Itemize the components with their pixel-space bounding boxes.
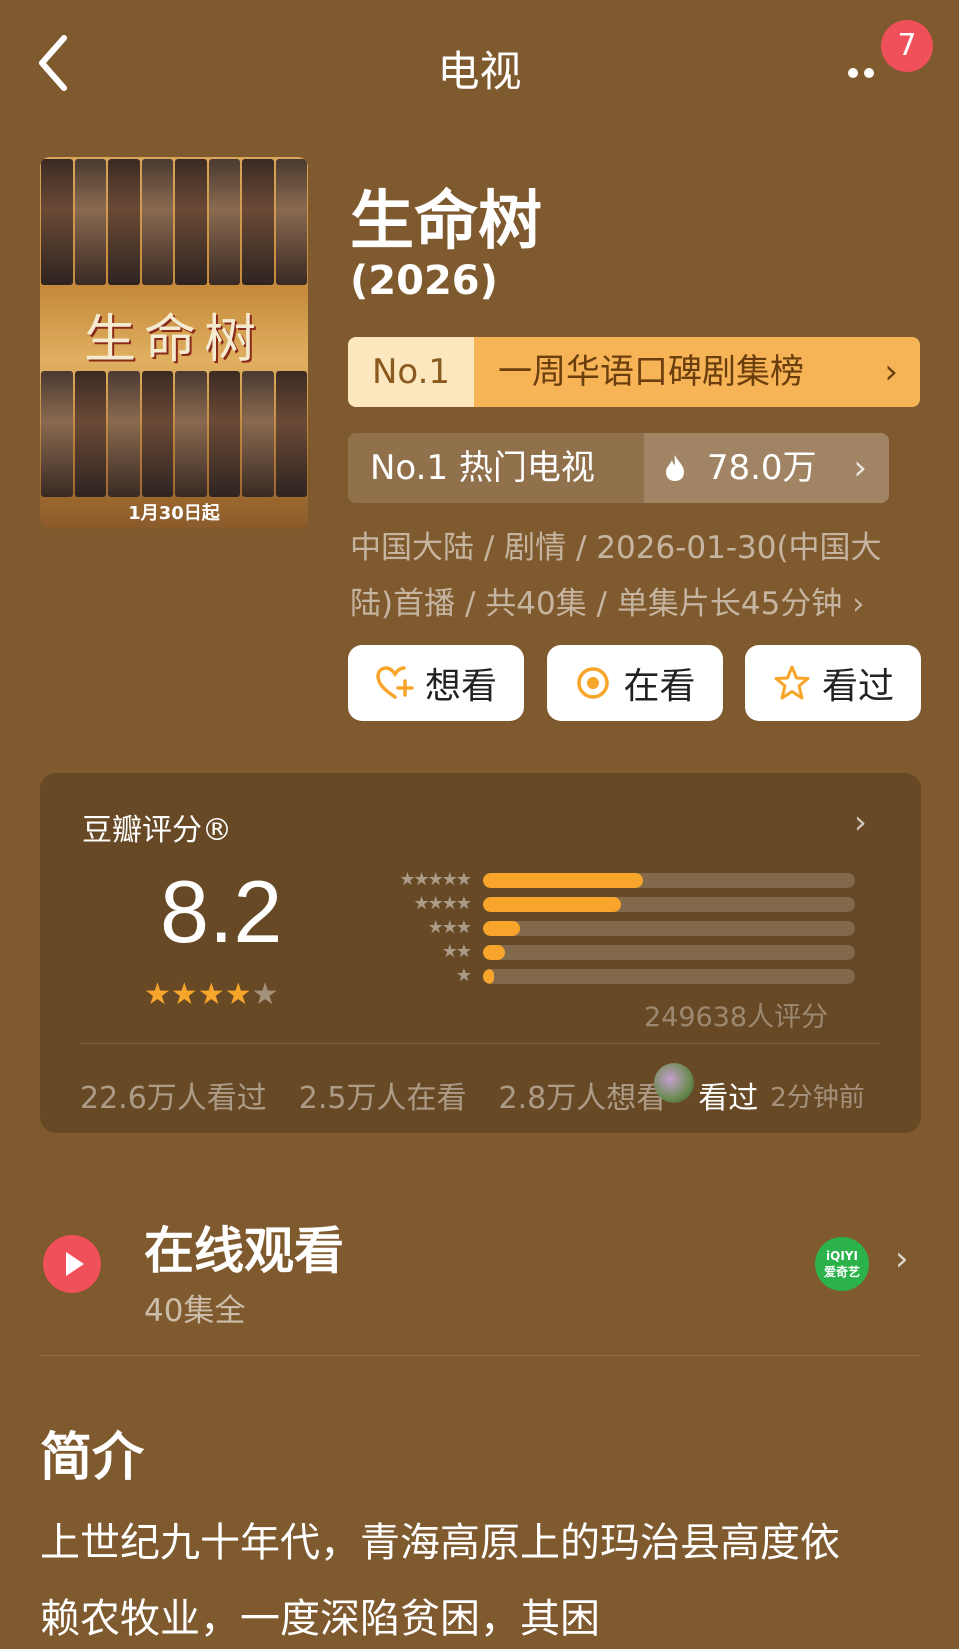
divider: [80, 1043, 880, 1044]
star-filled-icon: ★: [224, 977, 252, 1012]
avatar: [654, 1063, 694, 1103]
distribution-stars-label: ★★: [441, 941, 472, 962]
distribution-stars-label: ★★★★★: [399, 869, 472, 890]
distribution-stars-label: ★: [455, 965, 472, 986]
latest-activity-action: 看过: [698, 1081, 759, 1116]
distribution-bar-fill: [483, 873, 643, 888]
top-bar: 电视 7: [0, 0, 959, 130]
chevron-right-icon: ›: [895, 1239, 909, 1279]
more-dots-icon: [848, 62, 880, 83]
distribution-bar-fill: [483, 945, 506, 960]
watched-label: 看过: [821, 666, 894, 707]
distribution-stars-label: ★★★: [427, 917, 472, 938]
show-year: (2026): [350, 258, 498, 304]
poster-cast-row-top: [40, 157, 308, 287]
page-title: 电视: [437, 47, 522, 96]
douban-rating-card[interactable]: 豆瓣评分® › 8.2 ★★★★★ ★★★★★ ★★★★ ★★★ ★★ ★ 249638…: [40, 773, 921, 1133]
chevron-right-icon: ›: [854, 803, 867, 841]
poster-title-art: 生命树: [83, 310, 264, 370]
show-poster[interactable]: 生命树 1月30日起: [40, 157, 308, 529]
rating-distribution-row: ★★: [330, 941, 855, 965]
rating-score: 8.2: [160, 862, 283, 961]
latest-activity-time: 2分钟前: [770, 1083, 865, 1113]
notification-badge[interactable]: 7: [881, 20, 933, 72]
rating-title: 豆瓣评分®: [82, 813, 232, 848]
distribution-stars-label: ★★★★: [413, 893, 472, 914]
poster-date: 1月30日起: [128, 503, 220, 524]
watching-button[interactable]: 在看: [546, 645, 723, 721]
distribution-bar-fill: [483, 921, 521, 936]
rating-distribution: ★★★★★ ★★★★ ★★★ ★★ ★: [330, 869, 855, 989]
divider: [40, 1355, 921, 1356]
hot-tv-banner[interactable]: No.1 热门电视 78.0万 ›: [348, 433, 889, 503]
intro-text[interactable]: 上世纪九十年代，青海高原上的玛治县高度依赖农牧业，一度深陷贫困，其困: [40, 1505, 860, 1649]
distribution-bar-track: [483, 945, 855, 960]
online-watch-episodes: 40集全: [144, 1293, 246, 1329]
rank-number: No.1: [348, 337, 474, 407]
distribution-bar-fill: [483, 897, 621, 912]
flame-icon: [666, 455, 684, 481]
show-title: 生命树: [350, 185, 542, 259]
star-filled-icon: ★: [144, 977, 171, 1012]
online-watch-row[interactable]: 在线观看 40集全 iQIYI 爱奇艺 ›: [40, 1195, 921, 1329]
intro-heading: 简介: [40, 1428, 145, 1488]
distribution-bar-track: [483, 969, 855, 984]
ranking-banner[interactable]: No.1 一周华语口碑剧集榜 ›: [348, 337, 920, 407]
rating-stats: 22.6万人看过 2.5万人在看 2.8万人想看 看过 2分钟前: [80, 1073, 900, 1117]
rating-distribution-row: ★★★★: [330, 893, 855, 917]
rating-count: 249638人评分: [644, 1002, 829, 1033]
rating-stars: ★★★★★: [144, 977, 279, 1012]
star-filled-icon: ★: [197, 977, 225, 1012]
distribution-bar-track: [483, 897, 855, 912]
heart-plus-icon: [376, 666, 414, 699]
rank-list-label: 一周华语口碑剧集榜: [498, 352, 804, 392]
watching-label: 在看: [623, 666, 696, 707]
iqiyi-logo-icon: iQIYI 爱奇艺: [815, 1237, 869, 1291]
star-outline-icon: [774, 665, 810, 700]
watched-button[interactable]: 看过: [745, 645, 921, 721]
rating-distribution-row: ★★★: [330, 917, 855, 941]
hot-count: 78.0万 ›: [644, 433, 889, 503]
distribution-bar-track: [483, 921, 855, 936]
star-empty-icon: ★: [251, 977, 279, 1012]
poster-cast-row-bottom: [40, 369, 308, 499]
show-meta-info[interactable]: 中国大陆 / 剧情 / 2026-01-30(中国大陆)首播 / 共40集 / …: [350, 520, 910, 632]
watched-count: 22.6万人看过: [80, 1081, 267, 1116]
hot-rank-label: No.1 热门电视: [348, 433, 644, 503]
action-buttons: 想看 在看 看过: [348, 645, 921, 721]
distribution-bar-fill: [483, 969, 495, 984]
chevron-right-icon: ›: [853, 448, 867, 488]
distribution-bar-track: [483, 873, 855, 888]
chevron-right-icon: ›: [884, 352, 898, 392]
rank-list-name: 一周华语口碑剧集榜 ›: [474, 337, 920, 407]
target-icon: [577, 667, 610, 699]
star-filled-icon: ★: [170, 977, 198, 1012]
want-to-watch-button[interactable]: 想看: [348, 645, 524, 721]
rating-distribution-row: ★★★★★: [330, 869, 855, 893]
play-icon: [43, 1235, 101, 1293]
hot-count-value: 78.0万: [706, 448, 817, 488]
want-to-watch-label: 想看: [424, 666, 497, 707]
watching-count: 2.5万人在看: [298, 1081, 467, 1116]
rating-distribution-row: ★: [330, 965, 855, 989]
online-watch-title: 在线观看: [144, 1222, 344, 1280]
want-count: 2.8万人想看: [498, 1081, 667, 1116]
